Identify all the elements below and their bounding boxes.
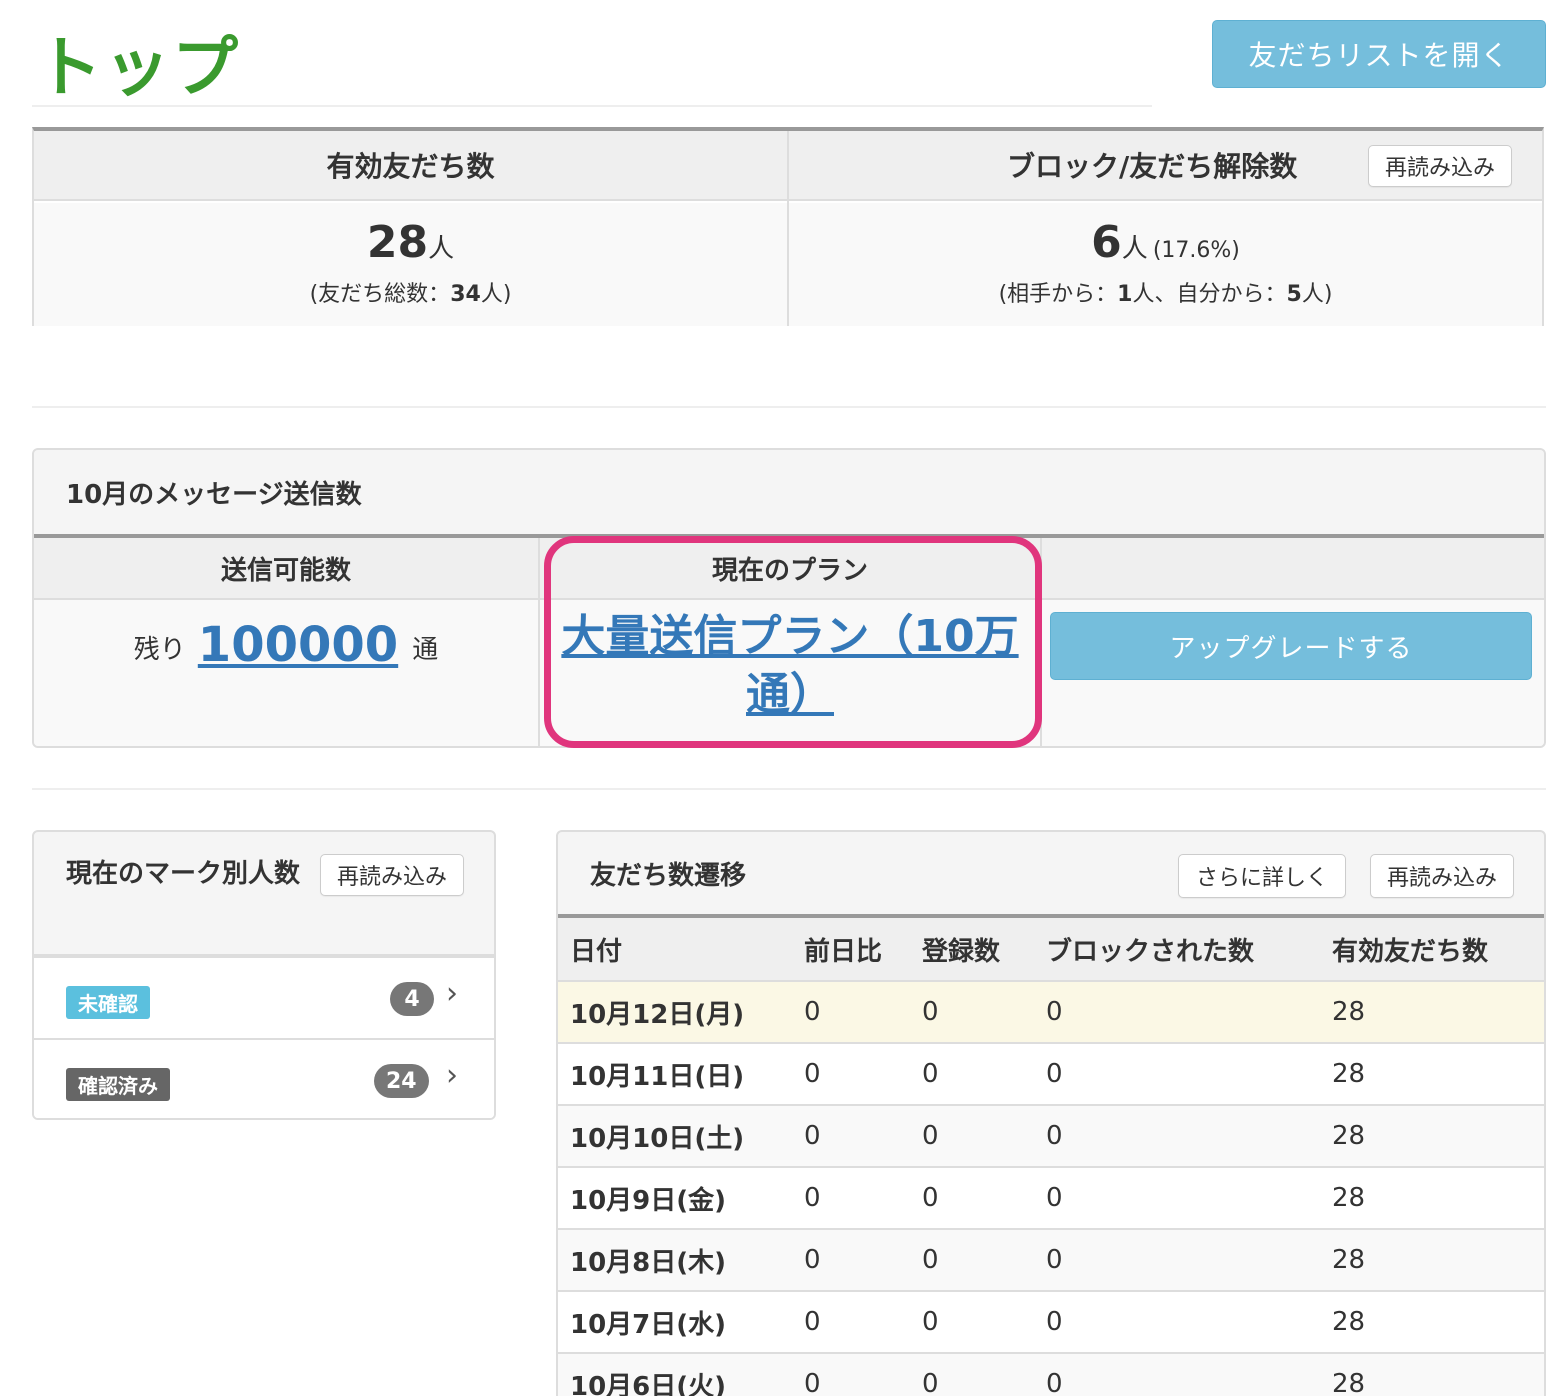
column-header-blocked: ブロックされた数 — [1046, 936, 1255, 967]
mark-label: 未確認 — [66, 986, 150, 1019]
open-friend-list-button[interactable]: 友だちリストを開く — [1212, 20, 1546, 88]
section-divider — [32, 406, 1546, 408]
table-row: 10月12日(月) 0 0 0 28 — [558, 982, 1544, 1044]
mark-count-title: 現在のマーク別人数 — [66, 859, 301, 889]
sendable-count-header: 送信可能数 — [34, 538, 538, 600]
message-count-title: 10月のメッセージ送信数 — [34, 450, 1544, 534]
active-friends-value: 28 — [366, 217, 429, 268]
friend-transition-panel: 友だち数遷移 さらに詳しく 再読み込み 日付 前日比 登録数 ブロックされた数 … — [556, 830, 1546, 1396]
blocked-by-other-value: 1 — [1117, 282, 1133, 307]
table-row: 10月8日(木) 0 0 0 28 — [558, 1230, 1544, 1292]
page-title: トップ — [36, 29, 240, 106]
mark-item-unconfirmed[interactable]: 未確認 4 › — [34, 958, 494, 1040]
column-header-active: 有効友だち数 — [1332, 936, 1489, 967]
remaining-messages: 残り 100000 通 — [133, 617, 439, 673]
current-plan-link[interactable]: 大量送信プラン（10万通） — [540, 608, 1040, 724]
table-row: 10月11日(日) 0 0 0 28 — [558, 1044, 1544, 1106]
block-rate: (17.6%) — [1152, 238, 1240, 263]
column-header-date: 日付 — [570, 936, 623, 967]
upgrade-button[interactable]: アップグレードする — [1050, 612, 1532, 680]
reload-block-count-button[interactable]: 再読み込み — [1368, 145, 1512, 187]
active-friends-header: 有効友だち数 — [34, 131, 787, 201]
block-count-header-label: ブロック/友だち解除数 — [1007, 150, 1298, 183]
current-plan-header: 現在のプラン — [540, 538, 1040, 600]
mark-count-panel: 現在のマーク別人数 再読み込み 未確認 4 › 確認済み 24 › — [32, 830, 496, 1120]
message-count-table: 送信可能数 現在のプラン 残り 100000 通 大量送信プラン（10万通） ア… — [34, 534, 1544, 746]
mark-count-badge: 24 — [374, 1064, 429, 1098]
column-divider — [1040, 538, 1042, 746]
active-friends-cell: 28人 (友だち総数：34人) — [34, 203, 787, 326]
friend-stats-table: 有効友だち数 ブロック/友だち解除数 再読み込み 28人 (友だち総数：34人)… — [32, 127, 1544, 326]
table-row: 10月10日(土) 0 0 0 28 — [558, 1106, 1544, 1168]
reload-mark-count-button[interactable]: 再読み込み — [320, 854, 464, 896]
block-breakdown-text: (相手から：1人、自分から：5人) — [998, 282, 1333, 307]
upgrade-header — [1042, 538, 1544, 600]
block-count-cell: 6人 (17.6%) (相手から：1人、自分から：5人) — [789, 203, 1542, 326]
mark-label: 確認済み — [66, 1068, 170, 1101]
column-divider — [787, 131, 789, 324]
section-divider — [32, 788, 1546, 790]
table-row: 10月7日(水) 0 0 0 28 — [558, 1292, 1544, 1354]
table-row: 10月9日(金) 0 0 0 28 — [558, 1168, 1544, 1230]
active-friends-unit: 人 — [428, 234, 455, 264]
block-count-value: 6 — [1091, 217, 1122, 268]
table-row: 10月6日(火) 0 0 0 28 — [558, 1354, 1544, 1396]
total-friends-text: (友だち総数：34人) — [309, 282, 512, 307]
mark-list: 未確認 4 › 確認済み 24 › — [34, 954, 494, 1118]
message-count-panel: 10月のメッセージ送信数 送信可能数 現在のプラン 残り 100000 通 大量… — [32, 448, 1546, 748]
chevron-right-icon: › — [446, 1058, 458, 1093]
more-details-button[interactable]: さらに詳しく — [1178, 854, 1346, 898]
mark-count-badge: 4 — [390, 982, 434, 1016]
block-count-unit: 人 — [1121, 234, 1148, 264]
total-friends-value: 34 — [450, 282, 481, 307]
reload-transition-button[interactable]: 再読み込み — [1370, 854, 1514, 898]
mark-item-confirmed[interactable]: 確認済み 24 › — [34, 1040, 494, 1118]
column-header-registered: 登録数 — [922, 936, 1001, 967]
column-header-diff: 前日比 — [804, 936, 883, 967]
table-header-row: 日付 前日比 登録数 ブロックされた数 有効友だち数 — [558, 918, 1544, 982]
friend-transition-table: 日付 前日比 登録数 ブロックされた数 有効友だち数 10月12日(月) 0 0… — [558, 914, 1544, 1396]
chevron-right-icon: › — [446, 976, 458, 1011]
remaining-messages-link[interactable]: 100000 — [198, 618, 398, 672]
blocked-by-self-value: 5 — [1286, 282, 1302, 307]
title-divider — [32, 105, 1152, 107]
